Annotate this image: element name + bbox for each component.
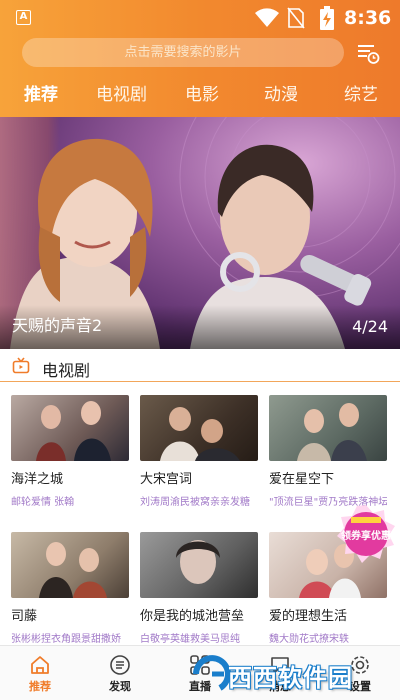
video-card[interactable]: 爱在星空下 "顶流巨星"贾乃亮跌落神坛 <box>269 395 387 508</box>
video-card[interactable]: 司藤 张彬彬捏衣角跟景甜撒娇 <box>11 532 129 645</box>
watermark-text: 西西软件园 <box>228 664 353 692</box>
video-card[interactable]: 你是我的城池营垒 白敬亭英雄救美马思纯 <box>140 532 258 645</box>
video-thumbnail <box>11 532 129 598</box>
video-thumbnail <box>140 395 258 461</box>
video-title: 爱在星空下 <box>269 472 335 487</box>
video-thumbnail <box>11 395 129 461</box>
coupon-text: 领券享优惠 <box>341 531 391 542</box>
tab-anime[interactable]: 动漫 <box>264 80 298 105</box>
featured-banner[interactable]: 天赐的声音2 4/24 <box>0 117 400 349</box>
video-thumbnail <box>140 532 258 598</box>
home-icon <box>31 656 49 674</box>
tab-variety[interactable]: 综艺 <box>344 80 378 105</box>
section-title: 电视剧 <box>42 361 91 380</box>
video-card[interactable]: 海洋之城 邮轮爱情 张翰 <box>11 395 129 508</box>
clock: 8:36 <box>344 7 392 29</box>
nav-label: 发现 <box>109 680 131 693</box>
battery-charging-icon <box>320 6 334 30</box>
video-title: 爱的理想生活 <box>269 609 348 624</box>
video-tagline: 张彬彬捏衣角跟景甜撒娇 <box>11 634 121 645</box>
nav-discover[interactable]: 发现 <box>80 646 160 700</box>
nav-recommend[interactable]: 推荐 <box>0 646 80 700</box>
section-header-tv: 电视剧 <box>0 352 400 382</box>
watermark-logo: 西西软件园 <box>190 652 380 696</box>
wifi-icon <box>255 8 279 27</box>
video-tagline: 刘涛周渝民被窝亲亲发糖 <box>140 497 250 508</box>
video-title: 大宋宫词 <box>140 472 193 487</box>
tv-icon <box>12 357 30 374</box>
history-list-icon[interactable] <box>356 41 380 65</box>
video-thumbnail <box>269 395 387 461</box>
banner-title: 天赐的声音2 <box>12 316 103 335</box>
nav-label: 推荐 <box>29 680 51 693</box>
coupon-badge[interactable]: 领券享优惠 <box>335 503 397 565</box>
app-notification-icon: A <box>16 10 31 25</box>
no-sim-icon <box>287 7 305 29</box>
tab-tv-series[interactable]: 电视剧 <box>96 80 147 105</box>
video-tagline: 邮轮爱情 张翰 <box>11 497 75 508</box>
video-title: 海洋之城 <box>11 472 64 487</box>
discover-icon <box>110 655 130 675</box>
search-input[interactable]: 点击需要搜索的影片 <box>22 38 344 67</box>
video-tagline: 白敬亭英雄救美马思纯 <box>140 634 240 645</box>
banner-counter: 4/24 <box>352 317 388 336</box>
video-title: 司藤 <box>11 609 38 624</box>
video-card[interactable]: 大宋宫词 刘涛周渝民被窝亲亲发糖 <box>140 395 258 508</box>
tab-movies[interactable]: 电影 <box>185 80 219 105</box>
video-title: 你是我的城池营垒 <box>140 609 245 624</box>
tab-recommend[interactable]: 推荐 <box>24 80 58 105</box>
header: A 8:36 点击需要搜索的影片 推荐 电视剧 电影 动漫 综艺 <box>0 0 400 117</box>
category-tabs: 推荐 电视剧 电影 动漫 综艺 <box>0 80 400 110</box>
status-bar: A 8:36 <box>0 0 400 34</box>
video-tagline: 魏大勋花式撩宋轶 <box>269 634 349 645</box>
